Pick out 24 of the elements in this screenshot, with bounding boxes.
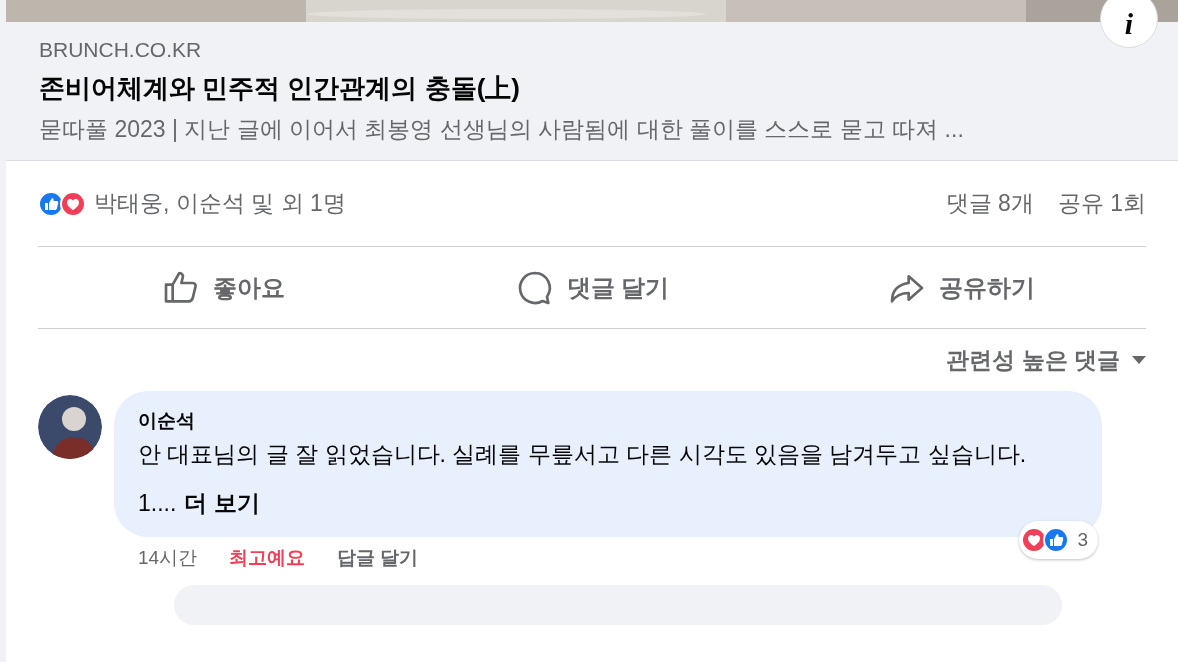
- comment-action-link[interactable]: 최고예요: [229, 543, 306, 573]
- truncated-text: 1....: [138, 489, 177, 518]
- comment-count[interactable]: 댓글 8개: [945, 186, 1034, 221]
- like-reaction-icon: [38, 190, 64, 217]
- comment-author[interactable]: 이순석: [138, 407, 1078, 435]
- heart-reaction-icon: [60, 190, 86, 217]
- avatar[interactable]: [38, 395, 102, 459]
- reaction-count: 3: [1077, 527, 1088, 552]
- like-reaction-icon: [1043, 527, 1070, 553]
- link-domain: BRUNCH.CO.KR: [39, 37, 203, 63]
- caret-icon: [1132, 355, 1146, 365]
- like-action-button[interactable]: 좋아요: [38, 247, 408, 328]
- reaction-count-badge[interactable]: 3: [1019, 521, 1098, 559]
- share-action-button[interactable]: 공유하기: [776, 247, 1146, 328]
- sort-comments-dropdown[interactable]: 관련성 높은 댓글: [946, 342, 1146, 378]
- comment-action-button[interactable]: 댓글 달기: [407, 247, 777, 328]
- comment-action-link[interactable]: 답글 달기: [337, 543, 419, 573]
- see-more-link[interactable]: 더 보기: [184, 487, 260, 519]
- share-count[interactable]: 공유 1회: [1057, 186, 1146, 221]
- comment-text: 안 대표님의 글 잘 읽었습니다. 실례를 무릎서고 다른 시각도 있음을 남겨두고 싶습니다.: [138, 440, 1028, 469]
- comment-time[interactable]: 14시간: [138, 543, 198, 573]
- reaction-names[interactable]: 박태웅, 이순석 및 외 1명: [94, 186, 346, 221]
- link-description: 묻따풀 2023 | 지난 글에 이어서 최봉영 선생님의 사람됨에 대한 풀이를 스스로 묻고 따져 ...: [39, 115, 965, 144]
- link-title: 존비어체계와 민주적 인간관계의 충돌(上): [39, 72, 521, 105]
